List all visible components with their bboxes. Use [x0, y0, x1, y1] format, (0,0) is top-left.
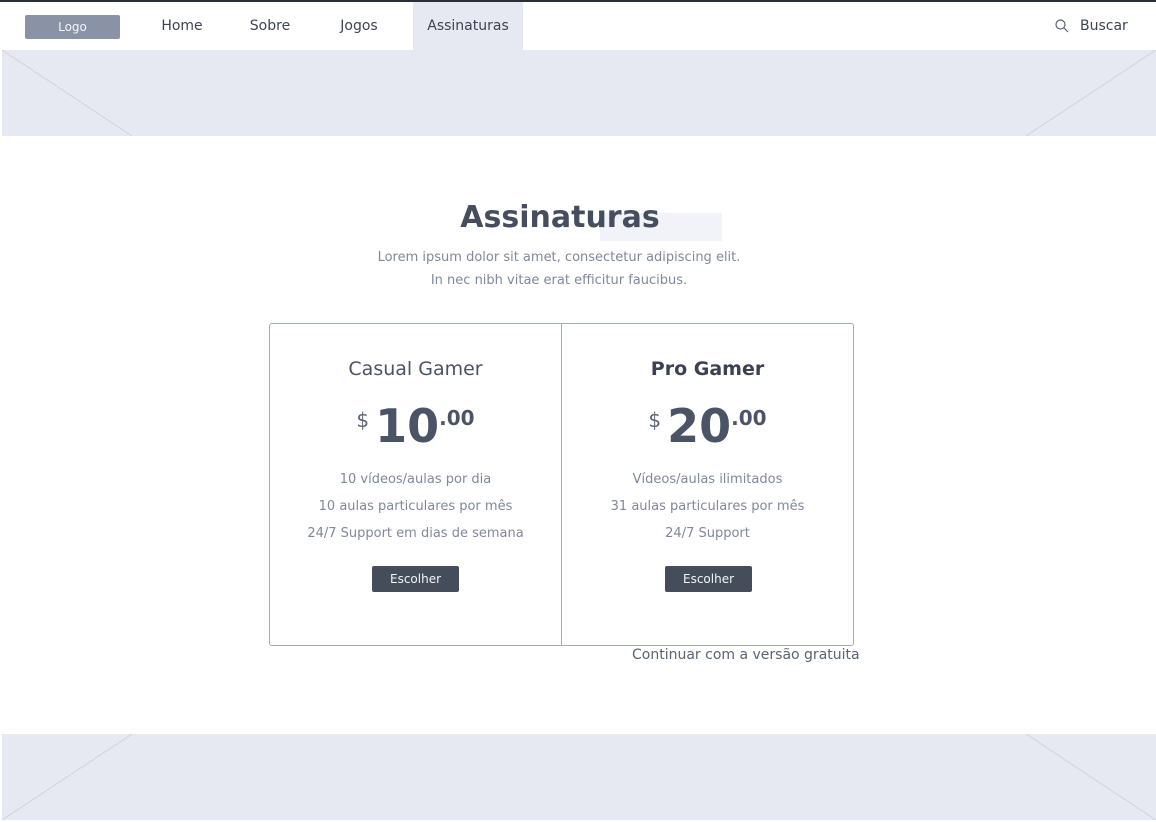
price-cents: .00 [731, 406, 767, 430]
pricing-table: Casual Gamer $ 10 .00 10 vídeos/aulas po… [269, 323, 854, 646]
plan-feature: 10 vídeos/aulas por dia [339, 472, 492, 487]
nav-item-assinaturas[interactable]: Assinaturas [413, 2, 523, 50]
plan-feature: Vídeos/aulas ilimitados [632, 472, 783, 487]
continue-free-link[interactable]: Continuar com a versão gratuita [632, 647, 860, 663]
plan-card-pro: Pro Gamer $ 20 .00 Vídeos/aulas ilimitad… [562, 324, 853, 645]
page-title: Assinaturas [460, 200, 660, 235]
choose-pro-button[interactable]: Escolher [665, 566, 752, 592]
price-cents: .00 [439, 406, 475, 430]
nav-item-jogos[interactable]: Jogos [327, 2, 391, 50]
bottom-banner-placeholder [2, 734, 1156, 820]
nav-item-sobre[interactable]: Sobre [238, 2, 302, 50]
price-amount: 20 [667, 399, 732, 453]
price-currency: $ [648, 408, 662, 432]
plan-price: $ 20 .00 [562, 398, 853, 458]
plan-feature: 31 aulas particulares por mês [610, 499, 805, 514]
plan-feature: 24/7 Support [665, 526, 750, 541]
top-banner-placeholder [2, 50, 1156, 136]
subtitle-line-1: Lorem ipsum dolor sit amet, consectetur … [377, 250, 741, 265]
image-placeholder-graphic [2, 50, 1156, 136]
logo[interactable]: Logo [25, 15, 120, 39]
plan-card-casual: Casual Gamer $ 10 .00 10 vídeos/aulas po… [270, 324, 561, 645]
nav-item-home[interactable]: Home [150, 2, 214, 50]
plan-name: Casual Gamer [348, 358, 483, 380]
plan-price: $ 10 .00 [270, 398, 561, 458]
plan-features: Vídeos/aulas ilimitados 31 aulas particu… [562, 466, 853, 547]
price-currency: $ [356, 408, 370, 432]
search-icon [1055, 19, 1069, 33]
page-subtitle: Lorem ipsum dolor sit amet, consectetur … [0, 246, 1118, 292]
choose-casual-button[interactable]: Escolher [372, 566, 459, 592]
search-button[interactable]: Buscar [1054, 2, 1128, 50]
subtitle-line-2: In nec nibh vitae erat efficitur faucibu… [430, 273, 688, 288]
plan-features: 10 vídeos/aulas por dia 10 aulas particu… [270, 466, 561, 547]
image-placeholder-graphic [2, 734, 1156, 820]
plan-feature: 10 aulas particulares por mês [318, 499, 513, 514]
search-label: Buscar [1080, 18, 1128, 34]
top-navigation: Logo Home Sobre Jogos Assinaturas Buscar [0, 2, 1156, 50]
plan-name: Pro Gamer [650, 358, 765, 380]
plan-feature: 24/7 Support em dias de semana [307, 526, 524, 541]
price-amount: 10 [375, 399, 440, 453]
